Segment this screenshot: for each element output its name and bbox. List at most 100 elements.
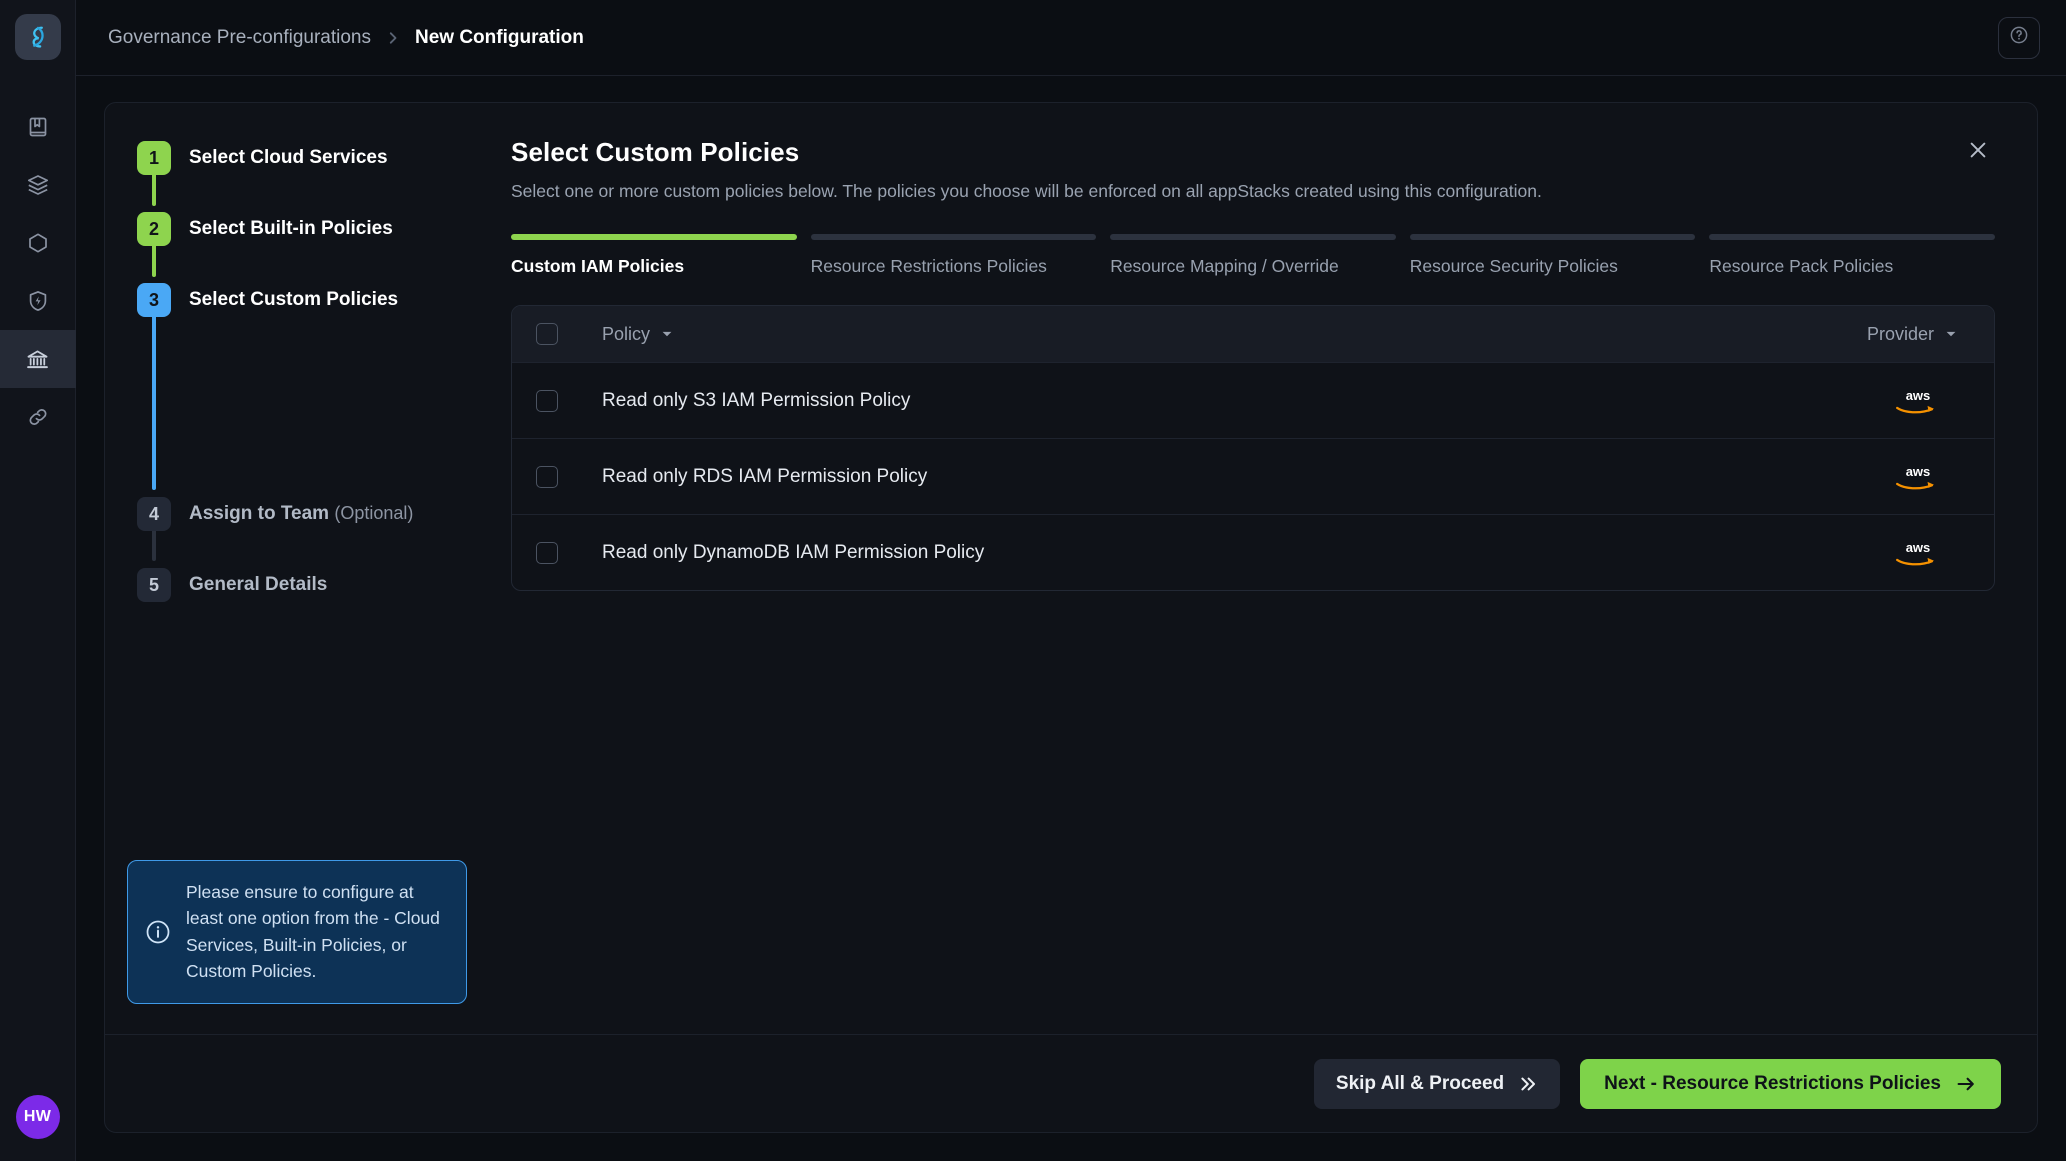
wizard-panel: 1 Select Cloud Services 2 Select Built-i…: [104, 102, 2038, 1133]
provider-cell: aws: [1878, 538, 1958, 568]
info-circle-icon: [144, 918, 172, 946]
arrow-right-icon: [1955, 1073, 1977, 1095]
policy-tabs: Custom IAM Policies Resource Restriction…: [511, 234, 1995, 277]
avatar[interactable]: HW: [15, 1095, 60, 1139]
policies-table: Policy Provider Read only S3 IAM Permiss…: [511, 305, 1995, 591]
bank-icon: [25, 347, 50, 372]
aws-logo-icon: aws: [1896, 540, 1934, 565]
step-1-badge: 1: [137, 141, 171, 175]
step-5-label: General Details: [189, 574, 328, 595]
tab-label: Resource Pack Policies: [1709, 256, 1894, 276]
tab-resource-mapping-override[interactable]: Resource Mapping / Override: [1110, 234, 1396, 277]
info-callout: Please ensure to configure at least one …: [127, 859, 467, 1004]
step-2-badge: 2: [137, 212, 171, 246]
tab-resource-restrictions-policies[interactable]: Resource Restrictions Policies: [810, 234, 1097, 277]
layers-icon: [26, 173, 50, 197]
sidebar-item-docs[interactable]: [0, 98, 76, 156]
wizard-stepper: 1 Select Cloud Services 2 Select Built-i…: [105, 103, 485, 1034]
sidebar-item-governance[interactable]: [0, 330, 76, 388]
help-button[interactable]: [1998, 16, 2040, 59]
right-region: Governance Pre-configurations New Config…: [76, 0, 2066, 1161]
step-3-badge: 3: [137, 283, 171, 317]
svg-text:aws: aws: [1906, 464, 1931, 479]
chevron-down-icon: [1944, 327, 1958, 341]
table-header-row: Policy Provider: [512, 306, 1994, 362]
tab-label: Resource Restrictions Policies: [810, 256, 1047, 276]
step-2-label: Select Built-in Policies: [189, 218, 393, 239]
app-root: HW Governance Pre-configurations New Con…: [0, 0, 2066, 1161]
step-4-optional-tag: (Optional): [334, 503, 414, 523]
panel-body: 1 Select Cloud Services 2 Select Built-i…: [105, 103, 2037, 1034]
step-list: 1 Select Cloud Services 2 Select Built-i…: [137, 139, 485, 604]
breadcrumb-parent[interactable]: Governance Pre-configurations: [108, 27, 371, 49]
sidebar-item-stacks[interactable]: [0, 156, 76, 214]
table-row[interactable]: Read only RDS IAM Permission Policy aws: [512, 438, 1994, 514]
sidebar-item-security[interactable]: [0, 272, 76, 330]
column-header-policy-label: Policy: [602, 323, 651, 344]
column-header-policy[interactable]: Policy: [602, 324, 674, 345]
svg-text:aws: aws: [1906, 540, 1931, 555]
tab-label: Resource Security Policies: [1409, 256, 1618, 276]
shield-bolt-icon: [26, 289, 50, 313]
hexagon-icon: [26, 231, 50, 255]
chevron-right-icon: [385, 30, 401, 46]
page-title: Select Custom Policies: [511, 137, 800, 167]
tab-progress-bar: [1409, 234, 1696, 240]
sidebar-item-resources[interactable]: [0, 214, 76, 272]
row-checkbox[interactable]: [536, 389, 558, 412]
step-4-label-text: Assign to Team: [189, 503, 330, 524]
page-subtitle: Select one or more custom policies below…: [511, 181, 1542, 201]
policy-name: Read only DynamoDB IAM Permission Policy: [602, 541, 985, 563]
double-chevron-right-icon: [1518, 1074, 1538, 1094]
step-2[interactable]: 2 Select Built-in Policies: [137, 210, 485, 248]
tab-progress-bar: [1110, 234, 1396, 240]
help-circle-icon: [2008, 24, 2030, 51]
chevron-down-icon: [660, 327, 674, 341]
info-callout-text: Please ensure to configure at least one …: [186, 881, 440, 982]
select-all-checkbox[interactable]: [536, 323, 558, 345]
skip-all-label: Skip All & Proceed: [1335, 1072, 1505, 1094]
column-header-provider[interactable]: Provider: [1867, 324, 1958, 345]
aws-logo-icon: aws: [1896, 464, 1934, 489]
close-button[interactable]: [1961, 135, 1995, 169]
step-connector-4-5: [152, 528, 156, 561]
step-5[interactable]: 5 General Details: [137, 566, 485, 604]
app-logo[interactable]: [14, 14, 61, 60]
skip-all-button[interactable]: Skip All & Proceed: [1313, 1058, 1561, 1109]
provider-cell: aws: [1878, 462, 1958, 492]
top-bar: Governance Pre-configurations New Config…: [76, 0, 2066, 76]
step-1[interactable]: 1 Select Cloud Services: [137, 139, 485, 177]
step-connector-2-3: [152, 244, 156, 277]
next-button[interactable]: Next - Resource Restrictions Policies: [1580, 1058, 2001, 1109]
breadcrumb-current: New Configuration: [414, 26, 584, 48]
provider-cell: aws: [1878, 386, 1958, 416]
step-5-badge: 5: [137, 568, 171, 602]
tab-resource-security-policies[interactable]: Resource Security Policies: [1409, 234, 1696, 277]
row-checkbox[interactable]: [536, 541, 558, 564]
step-4-badge: 4: [137, 497, 171, 531]
aws-logo-icon: aws: [1896, 388, 1934, 413]
tab-resource-pack-policies[interactable]: Resource Pack Policies: [1709, 234, 1995, 277]
table-row[interactable]: Read only S3 IAM Permission Policy aws: [512, 362, 1994, 438]
next-button-label: Next - Resource Restrictions Policies: [1604, 1072, 1941, 1094]
rail-nav-list: [0, 98, 76, 446]
step-3-label: Select Custom Policies: [189, 289, 399, 310]
link-icon: [26, 405, 50, 429]
svg-text:aws: aws: [1906, 388, 1931, 403]
row-checkbox[interactable]: [536, 465, 558, 488]
wizard-main: Select Custom Policies Select one or mor…: [485, 103, 2037, 1034]
tab-custom-iam-policies[interactable]: Custom IAM Policies: [511, 234, 797, 277]
policy-name: Read only S3 IAM Permission Policy: [602, 389, 911, 411]
sidebar-item-integrations[interactable]: [0, 388, 76, 446]
step-4[interactable]: 4 Assign to Team (Optional): [137, 495, 485, 533]
column-header-provider-label: Provider: [1866, 323, 1934, 344]
step-4-label: Assign to Team (Optional): [189, 503, 413, 525]
step-connector-1-2: [152, 173, 156, 206]
book-icon: [26, 115, 50, 139]
policy-name: Read only RDS IAM Permission Policy: [602, 465, 928, 487]
panel-wrapper: 1 Select Cloud Services 2 Select Built-i…: [76, 76, 2066, 1161]
step-3[interactable]: 3 Select Custom Policies: [137, 281, 485, 319]
step-connector-3-4: [152, 315, 156, 490]
tab-label: Custom IAM Policies: [511, 256, 685, 276]
table-row[interactable]: Read only DynamoDB IAM Permission Policy…: [512, 514, 1994, 590]
